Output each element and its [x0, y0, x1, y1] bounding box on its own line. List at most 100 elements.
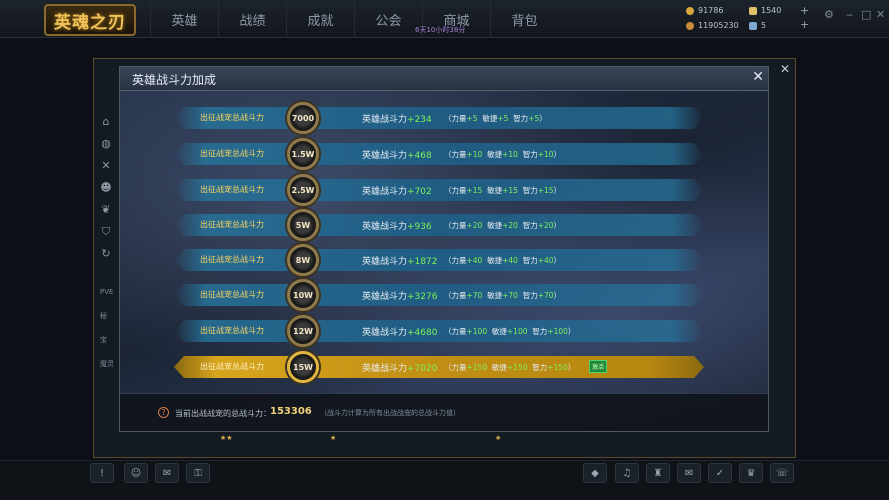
agi-label: 敏捷: [487, 291, 503, 300]
attribute-bonus: （力量+15 敏捷+15 智力+15）: [444, 186, 562, 195]
add-currency-button[interactable]: +: [800, 4, 809, 17]
swords-icon[interactable]: ✕: [95, 159, 117, 179]
bonus-label: 英雄战斗力: [362, 292, 408, 302]
hero-power-bonus: 英雄战斗力+936: [362, 219, 432, 232]
window-close-button[interactable]: ✕: [876, 8, 885, 21]
agi-label: 敏捷: [487, 221, 503, 230]
minimize-button[interactable]: ‒: [846, 8, 853, 21]
points-resource: 11905230: [686, 21, 739, 30]
alert-icon[interactable]: !: [90, 463, 114, 483]
nav-tab[interactable]: 英雄: [150, 0, 218, 38]
diamond-icon[interactable]: ◆: [583, 463, 607, 483]
int-value: +70: [537, 291, 554, 300]
gold-amount: 91786: [698, 6, 724, 15]
nav-tab[interactable]: 背包: [490, 0, 558, 38]
bonus-value: +3276: [407, 292, 438, 302]
str-value: +20: [466, 221, 483, 230]
attribute-bonus: （力量+100 敏捷+100 智力+100）: [444, 327, 576, 336]
friends-icon[interactable]: ☺: [124, 463, 148, 483]
tier-label: 出征战宠总战斗力: [200, 149, 264, 158]
star-rating: ★★: [220, 434, 233, 442]
bag-icon[interactable]: ♜: [646, 463, 670, 483]
ranking-icon[interactable]: ♛: [739, 463, 763, 483]
refresh-icon[interactable]: ↻: [95, 247, 117, 267]
int-label: 智力: [513, 114, 529, 123]
maximize-button[interactable]: □: [861, 8, 871, 21]
background-close-icon[interactable]: ✕: [780, 62, 790, 76]
points-icon: [686, 21, 694, 30]
dialog-close-button[interactable]: ✕: [752, 69, 764, 85]
bonus-label: 英雄战斗力: [362, 115, 408, 125]
hero-power-bonus: 英雄战斗力+7020: [362, 361, 437, 374]
home-icon[interactable]: ⌂: [95, 115, 117, 135]
shield-icon[interactable]: ⛉: [95, 225, 117, 245]
str-label: 力量: [451, 186, 467, 195]
int-value: +150: [547, 363, 568, 372]
str-label: 力量: [451, 114, 467, 123]
hero-power-bonus: 英雄战斗力+468: [362, 148, 432, 161]
lock-icon[interactable]: ⚿: [186, 463, 210, 483]
dialog-footer: ? 当前出战战宠的总战斗力： 153306 （战斗力计算为所有出战战宠的总战斗力…: [120, 393, 768, 431]
int-value: +10: [537, 150, 554, 159]
attribute-bonus: （力量+20 敏捷+20 智力+20）: [444, 221, 562, 230]
agi-label: 敏捷: [491, 363, 507, 372]
bonus-tier-row: 出征战宠总战斗力 8W 英雄战斗力+1872 （力量+40 敏捷+40 智力+40）: [174, 244, 704, 276]
int-value: +5: [528, 114, 540, 123]
task-icon[interactable]: ✓: [708, 463, 732, 483]
bonus-tier-row: 出征战宠总战斗力 2.5W 英雄战斗力+702 （力量+15 敏捷+15 智力+15）: [174, 174, 704, 206]
bell-icon[interactable]: ♫: [615, 463, 639, 483]
helmet-icon[interactable]: ◍: [95, 137, 117, 157]
agi-value: +40: [502, 256, 518, 265]
side-label[interactable]: 魔灵: [100, 352, 114, 376]
event-timer: 6天10小时38分: [415, 26, 466, 34]
side-label[interactable]: 宝: [100, 328, 114, 352]
tickets-amount: 5: [761, 21, 767, 30]
tickets-resource: 5: [749, 21, 766, 30]
str-value: +150: [466, 363, 488, 372]
bonus-label: 英雄战斗力: [362, 257, 408, 267]
dialog-header: 英雄战斗力加成 ✕: [120, 67, 768, 91]
tier-threshold-badge: 8W: [287, 244, 319, 276]
wings-icon[interactable]: ❦: [95, 203, 117, 223]
gem-icon: [749, 6, 757, 15]
str-label: 力量: [451, 256, 467, 265]
chat-icon[interactable]: ☏: [770, 463, 794, 483]
attribute-bonus: （力量+5 敏捷+5 智力+5）: [444, 114, 547, 123]
bonus-tier-row: 出征战宠总战斗力 7000 英雄战斗力+234 （力量+5 敏捷+5 智力+5）: [174, 102, 704, 134]
int-label: 智力: [522, 221, 538, 230]
nav-tab[interactable]: 成就: [286, 0, 354, 38]
hero-power-bonus: 英雄战斗力+4680: [362, 325, 437, 338]
bonus-value: +4680: [407, 328, 438, 338]
str-value: +100: [466, 327, 488, 336]
tier-label: 出征战宠总战斗力: [200, 255, 264, 264]
agi-value: +150: [506, 363, 528, 372]
agi-value: +20: [502, 221, 518, 230]
bonus-label: 英雄战斗力: [362, 187, 408, 197]
agi-label: 敏捷: [487, 256, 503, 265]
nav-tab[interactable]: 公会: [354, 0, 422, 38]
nav-tab[interactable]: 战绩: [218, 0, 286, 38]
star-rating: ★: [495, 434, 502, 442]
settings-gear-icon[interactable]: ⚙: [824, 8, 834, 21]
game-logo: 英魂之刃: [44, 4, 136, 36]
attribute-bonus: （力量+150 敏捷+150 智力+150）: [444, 363, 576, 372]
hero-power-bonus-dialog: 英雄战斗力加成 ✕ 出征战宠总战斗力 7000 英雄战斗力+234 （力量+5 敏捷+…: [119, 66, 769, 432]
mail-icon[interactable]: ✉: [155, 463, 179, 483]
skull-icon[interactable]: ☻: [95, 181, 117, 201]
side-label[interactable]: 秘: [100, 304, 114, 328]
gold-coin-icon: [686, 6, 694, 15]
add-currency-button-2[interactable]: +: [800, 18, 809, 31]
side-label[interactable]: PVE: [100, 280, 114, 304]
agi-label: 敏捷: [482, 114, 498, 123]
hero-power-bonus: 英雄战斗力+3276: [362, 289, 437, 302]
total-power-label: 当前出战战宠的总战斗力：: [175, 409, 271, 418]
message-icon[interactable]: ✉: [677, 463, 701, 483]
star-rating: ★: [330, 434, 337, 442]
agi-value: +15: [502, 186, 518, 195]
bonus-label: 英雄战斗力: [362, 364, 408, 374]
str-label: 力量: [451, 221, 467, 230]
gems-resource: 1540: [749, 6, 781, 15]
bonus-tier-row: 出征战宠总战斗力 1.5W 英雄战斗力+468 （力量+10 敏捷+10 智力+10）: [174, 138, 704, 170]
bonus-value: +1872: [407, 257, 438, 267]
help-icon[interactable]: ?: [158, 407, 169, 418]
